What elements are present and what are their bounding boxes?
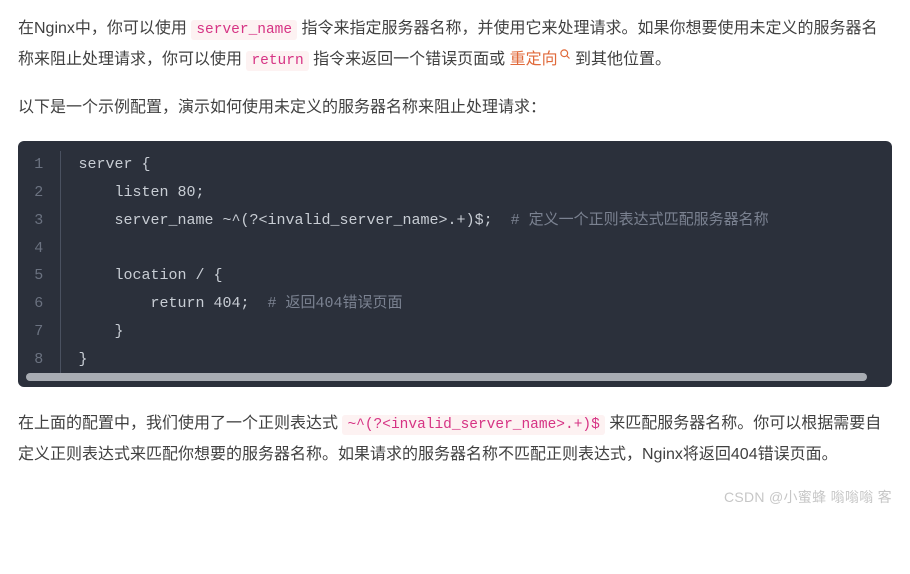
code-line: 3 server_name ~^(?<invalid_server_name>.…: [18, 207, 892, 235]
line-number: 8: [18, 346, 60, 374]
p1-seg4: 到其他位置。: [571, 51, 671, 68]
code-content: listen 80;: [60, 179, 892, 207]
line-number: 1: [18, 151, 60, 179]
code-content: }: [60, 318, 892, 346]
p3-seg1: 在上面的配置中，我们使用了一个正则表达式: [18, 415, 342, 432]
inline-code-return: return: [246, 51, 308, 71]
line-number: 3: [18, 207, 60, 235]
line-number: 5: [18, 262, 60, 290]
code-content: [60, 235, 892, 263]
scrollbar-thumb[interactable]: [26, 373, 867, 381]
code-line: 4: [18, 235, 892, 263]
line-number: 7: [18, 318, 60, 346]
code-line: 5 location / {: [18, 262, 892, 290]
inline-code-regex: ~^(?<invalid_server_name>.+)$: [342, 415, 604, 435]
code-line: 7 }: [18, 318, 892, 346]
watermark: CSDN @小蜜蜂 嗡嗡嗡 客: [18, 484, 892, 511]
horizontal-scrollbar[interactable]: [26, 373, 884, 381]
line-number: 6: [18, 290, 60, 318]
code-content: location / {: [60, 262, 892, 290]
code-content: server {: [60, 151, 892, 179]
code-table: 1server {2 listen 80;3 server_name ~^(?<…: [18, 151, 892, 373]
code-line: 6 return 404; # 返回404错误页面: [18, 290, 892, 318]
code-block: 1server {2 listen 80;3 server_name ~^(?<…: [18, 141, 892, 387]
code-line: 1server {: [18, 151, 892, 179]
line-number: 2: [18, 179, 60, 207]
inline-code-server-name: server_name: [191, 20, 297, 40]
code-line: 2 listen 80;: [18, 179, 892, 207]
p1-seg3: 指令来返回一个错误页面或: [309, 51, 510, 68]
code-content: }: [60, 346, 892, 374]
code-content: server_name ~^(?<invalid_server_name>.+)…: [60, 207, 892, 235]
link-redirect-text: 重定向: [510, 51, 558, 68]
code-content: return 404; # 返回404错误页面: [60, 290, 892, 318]
paragraph-2: 以下是一个示例配置，演示如何使用未定义的服务器名称来阻止处理请求：: [18, 93, 892, 123]
paragraph-3: 在上面的配置中，我们使用了一个正则表达式 ~^(?<invalid_server…: [18, 409, 892, 470]
p1-seg1: 在Nginx中，你可以使用: [18, 20, 191, 37]
code-line: 8}: [18, 346, 892, 374]
line-number: 4: [18, 235, 60, 263]
search-icon: [559, 48, 571, 60]
link-redirect[interactable]: 重定向: [510, 51, 571, 68]
paragraph-1: 在Nginx中，你可以使用 server_name 指令来指定服务器名称，并使用…: [18, 14, 892, 75]
